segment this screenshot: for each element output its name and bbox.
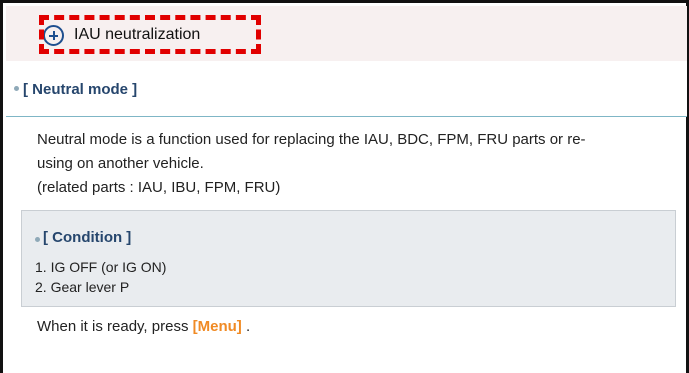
condition-list: 1. IG OFF (or IG ON) 2. Gear lever P [35, 257, 166, 297]
header-title: IAU neutralization [74, 26, 201, 43]
ready-instruction: When it is ready, press [Menu] . [37, 318, 250, 335]
description-line-3: (related parts : IAU, IBU, FPM, FRU) [37, 179, 281, 196]
neutral-mode-heading: [ Neutral mode ] [6, 61, 687, 117]
neutral-mode-description: Neutral mode is a function used for repl… [37, 128, 657, 200]
plus-circle-icon [43, 25, 64, 46]
condition-box: [ Condition ] 1. IG OFF (or IG ON) 2. Ge… [21, 210, 676, 307]
header-bar: IAU neutralization [6, 6, 687, 62]
description-line-1: Neutral mode is a function used for repl… [37, 131, 586, 148]
condition-bullet-icon [35, 237, 40, 242]
iau-neutralization-button[interactable]: IAU neutralization [30, 10, 270, 50]
bullet-icon [14, 86, 19, 91]
description-line-2: using on another vehicle. [37, 155, 204, 172]
ready-suffix: . [241, 318, 251, 335]
condition-title: [ Condition ] [43, 229, 132, 246]
menu-link[interactable]: [Menu] [193, 318, 242, 335]
neutral-mode-title: [ Neutral mode ] [23, 81, 138, 98]
condition-item: 1. IG OFF (or IG ON) [35, 259, 167, 275]
condition-item: 2. Gear lever P [35, 279, 130, 295]
ready-prefix: When it is ready, press [37, 318, 193, 335]
window-frame: IAU neutralization [ Neutral mode ] Neut… [0, 0, 689, 373]
